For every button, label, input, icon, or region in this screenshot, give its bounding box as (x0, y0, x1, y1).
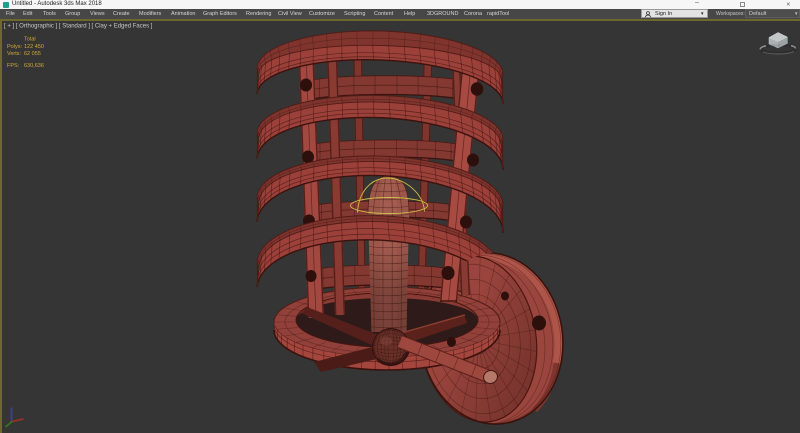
svg-text:62 055: 62 055 (24, 51, 41, 57)
svg-text:[ + ] [ Orthographic ] [ Stand: [ + ] [ Orthographic ] [ Standard ] [ Cl… (4, 24, 153, 30)
svg-text:Polys:: Polys: (7, 44, 22, 50)
svg-text:122 450: 122 450 (24, 44, 44, 50)
svg-text:Total: Total (24, 37, 36, 43)
svg-text:Verts:: Verts: (7, 51, 22, 57)
svg-text:FRONT: FRONT (771, 44, 781, 48)
svg-text:630,636: 630,636 (24, 63, 44, 69)
svg-text:FPS:: FPS: (7, 63, 20, 69)
